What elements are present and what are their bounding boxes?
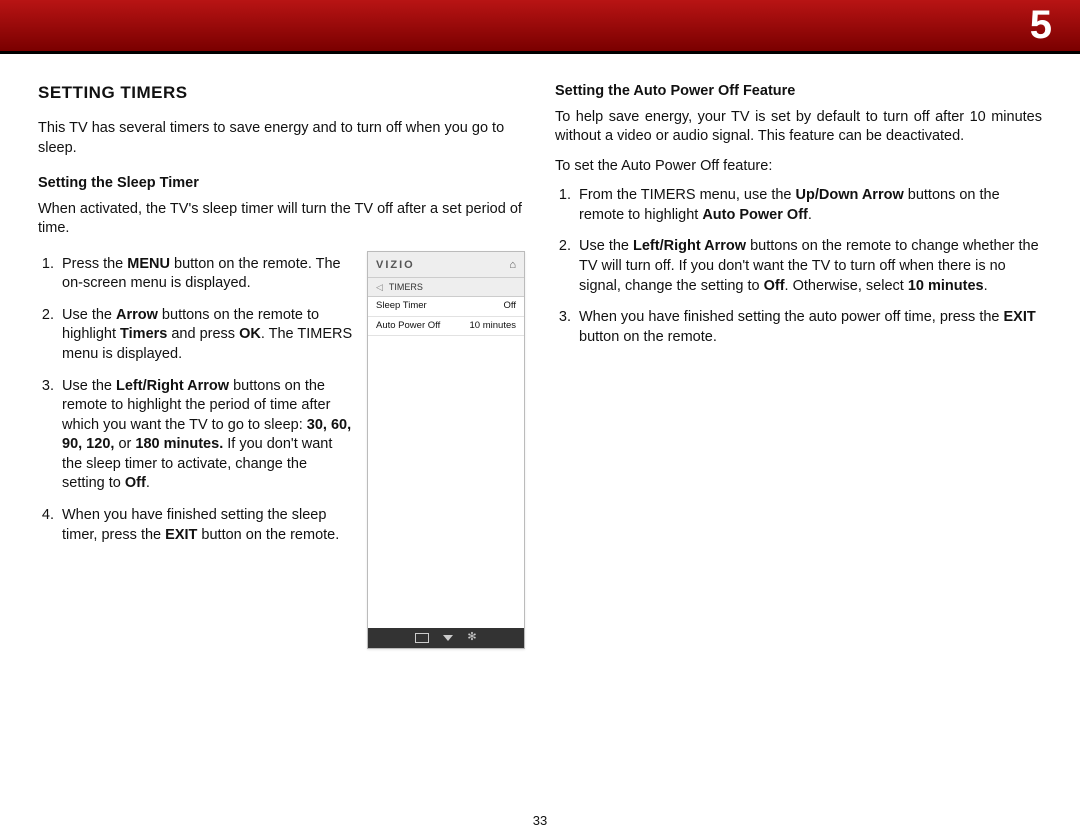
auto-power-off-lead: To set the Auto Power Off feature:	[555, 157, 1042, 177]
chevron-down-icon	[443, 635, 453, 641]
tv-menu-footer: ✻	[368, 628, 524, 648]
left-column: SETTING TIMERS This TV has several timer…	[38, 82, 525, 649]
steps-and-screenshot: Press the MENU button on the remote. The…	[38, 249, 525, 649]
step-2: Use the Arrow buttons on the remote to h…	[58, 306, 353, 365]
step-4: When you have finished setting the sleep…	[58, 506, 353, 545]
step-2: Use the Left/Right Arrow buttons on the …	[575, 237, 1042, 296]
tv-menu-rows: Sleep Timer Off Auto Power Off 10 minute…	[368, 297, 524, 337]
menu-row-sleep-timer: Sleep Timer Off	[368, 297, 524, 317]
row-label: Sleep Timer	[376, 300, 427, 313]
chapter-header-bar: 5	[0, 0, 1080, 54]
gear-icon: ✻	[467, 630, 476, 645]
tv-breadcrumb: ◁ TIMERS	[368, 278, 524, 297]
step-3: When you have finished setting the auto …	[575, 308, 1042, 347]
chapter-number: 5	[1030, 3, 1052, 48]
page-number: 33	[0, 813, 1080, 828]
auto-power-off-description: To help save energy, your TV is set by d…	[555, 108, 1042, 147]
breadcrumb-label: TIMERS	[389, 281, 423, 293]
step-3: Use the Left/Right Arrow buttons on the …	[58, 377, 353, 494]
tv-menu-screenshot: VIZIO ⌂ ◁ TIMERS Sleep Timer Off Auto Po…	[367, 251, 525, 649]
intro-paragraph: This TV has several timers to save energ…	[38, 119, 525, 158]
sleep-timer-steps-container: Press the MENU button on the remote. The…	[38, 249, 353, 649]
row-label: Auto Power Off	[376, 320, 440, 333]
sleep-timer-steps: Press the MENU button on the remote. The…	[38, 255, 353, 545]
right-column: Setting the Auto Power Off Feature To he…	[555, 82, 1042, 649]
step-1: Press the MENU button on the remote. The…	[58, 255, 353, 294]
row-value: 10 minutes	[470, 320, 516, 333]
tv-brand-logo: VIZIO	[376, 258, 415, 273]
subheading-sleep-timer: Setting the Sleep Timer	[38, 174, 525, 194]
sleep-timer-description: When activated, the TV's sleep timer wil…	[38, 200, 525, 239]
tv-menu-body	[368, 336, 524, 627]
home-icon: ⌂	[509, 258, 516, 273]
row-value: Off	[504, 300, 517, 313]
menu-row-auto-power-off: Auto Power Off 10 minutes	[368, 317, 524, 337]
page-content: SETTING TIMERS This TV has several timer…	[0, 54, 1080, 649]
step-1: From the TIMERS menu, use the Up/Down Ar…	[575, 186, 1042, 225]
auto-power-off-steps: From the TIMERS menu, use the Up/Down Ar…	[555, 186, 1042, 347]
section-title: SETTING TIMERS	[38, 82, 525, 105]
wide-icon	[415, 633, 429, 643]
tv-menu-header: VIZIO ⌂	[368, 252, 524, 278]
back-icon: ◁	[376, 281, 383, 293]
subheading-auto-power-off: Setting the Auto Power Off Feature	[555, 82, 1042, 102]
